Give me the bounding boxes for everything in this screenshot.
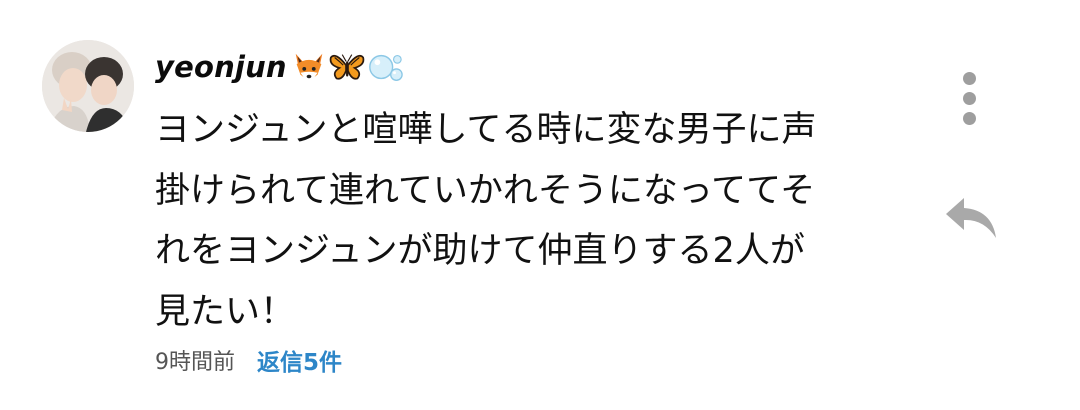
reply-arrow-icon	[946, 198, 996, 238]
fox-emoji-icon	[295, 53, 323, 81]
comment-line: ヨンジュンと喧嘩してる時に変な男子に声	[155, 110, 817, 150]
bubbles-emoji-icon	[368, 54, 403, 81]
username[interactable]: yeonjun	[155, 50, 287, 84]
comment-line: 見たい！	[155, 291, 296, 332]
more-options-button[interactable]	[950, 70, 990, 126]
comment-meta: 9時間前 返信5件	[155, 342, 342, 378]
comment-line: 掛けられて連れていかれそうになっててそ	[155, 170, 816, 211]
more-vertical-icon-dot	[963, 92, 976, 105]
view-replies-link[interactable]: 返信5件	[257, 343, 342, 377]
timestamp: 9時間前	[155, 350, 235, 375]
reply-button[interactable]	[940, 192, 1002, 244]
username-emojis	[290, 48, 404, 86]
more-vertical-icon	[963, 72, 976, 85]
comment-line: れをヨンジュンが助けて仲直りする2人が	[155, 231, 805, 271]
more-vertical-icon-dot	[963, 112, 976, 125]
avatar[interactable]	[42, 40, 134, 132]
comment-header: yeonjun	[155, 44, 404, 90]
butterfly-emoji-icon	[329, 54, 365, 80]
comment-text: ヨンジュンと喧嘩してる時に変な男子に声 掛けられて連れていかれそうになっててそ …	[155, 100, 895, 342]
